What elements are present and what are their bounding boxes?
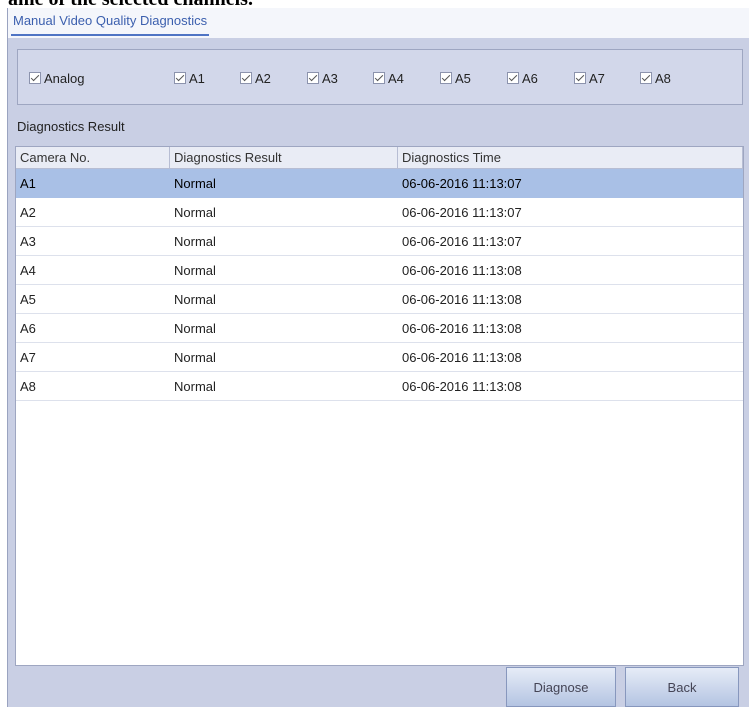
cell-diagnostics-time: 06-06-2016 11:13:08 [402,379,522,394]
diagnose-button[interactable]: Diagnose [506,667,616,707]
table-row[interactable]: A4 Normal 06-06-2016 11:13:08 [16,256,743,285]
cell-camera-no: A4 [20,263,36,278]
cell-diagnostics-time: 06-06-2016 11:13:08 [402,292,522,307]
checkbox-a3[interactable]: A3 [307,70,338,86]
checkbox-check-icon [640,72,652,84]
cropped-document-text: ame of the selected channels. [0,0,749,8]
cell-diagnostics-result: Normal [174,379,216,394]
checkbox-check-icon [29,72,41,84]
cropped-heading: ame of the selected channels. [8,0,253,8]
checkbox-label: Analog [44,70,85,86]
cell-diagnostics-time: 06-06-2016 11:13:08 [402,263,522,278]
checkbox-a2[interactable]: A2 [240,70,271,86]
cell-camera-no: A1 [20,176,36,191]
table-row[interactable]: A1 Normal 06-06-2016 11:13:07 [16,169,743,198]
cell-diagnostics-result: Normal [174,292,216,307]
cell-camera-no: A5 [20,292,36,307]
checkbox-a1[interactable]: A1 [174,70,205,86]
checkbox-label: A5 [455,70,471,86]
cell-camera-no: A8 [20,379,36,394]
checkbox-check-icon [574,72,586,84]
diagnostics-result-heading: Diagnostics Result [17,119,125,134]
table-row[interactable]: A5 Normal 06-06-2016 11:13:08 [16,285,743,314]
column-header-diagnostics-result[interactable]: Diagnostics Result [170,147,398,169]
checkbox-a5[interactable]: A5 [440,70,471,86]
checkbox-check-icon [174,72,186,84]
checkbox-analog[interactable]: Analog [29,70,84,86]
tab-manual-video-quality-diagnostics[interactable]: Manual Video Quality Diagnostics [11,11,210,36]
checkbox-check-icon [373,72,385,84]
checkbox-label: A6 [522,70,538,86]
cell-diagnostics-time: 06-06-2016 11:13:07 [402,176,522,191]
channel-selection-group: Analog A1 A2 A3 A4 A5 A6 A7 A8 [17,49,743,105]
checkbox-a4[interactable]: A4 [373,70,404,86]
column-header-camera-no[interactable]: Camera No. [16,147,170,169]
cell-diagnostics-result: Normal [174,350,216,365]
cell-diagnostics-time: 06-06-2016 11:13:08 [402,350,522,365]
table-row[interactable]: A7 Normal 06-06-2016 11:13:08 [16,343,743,372]
cell-camera-no: A2 [20,205,36,220]
checkbox-check-icon [440,72,452,84]
cell-diagnostics-result: Normal [174,263,216,278]
table-header: Camera No. Diagnostics Result Diagnostic… [16,147,743,169]
back-button[interactable]: Back [625,667,739,707]
cell-diagnostics-result: Normal [174,176,216,191]
cell-diagnostics-time: 06-06-2016 11:13:08 [402,321,522,336]
cell-diagnostics-time: 06-06-2016 11:13:07 [402,234,522,249]
checkbox-label: A3 [322,70,338,86]
checkbox-label: A1 [189,70,205,86]
cell-camera-no: A6 [20,321,36,336]
cell-diagnostics-time: 06-06-2016 11:13:07 [402,205,522,220]
table-row[interactable]: A6 Normal 06-06-2016 11:13:08 [16,314,743,343]
diagnostics-panel: Manual Video Quality Diagnostics Analog … [7,8,749,707]
table-row[interactable]: A3 Normal 06-06-2016 11:13:07 [16,227,743,256]
column-header-diagnostics-time[interactable]: Diagnostics Time [398,147,743,169]
checkbox-a6[interactable]: A6 [507,70,538,86]
checkbox-label: A8 [655,70,671,86]
cell-diagnostics-result: Normal [174,321,216,336]
cell-diagnostics-result: Normal [174,234,216,249]
cell-camera-no: A3 [20,234,36,249]
checkbox-a7[interactable]: A7 [574,70,605,86]
table-row[interactable]: A2 Normal 06-06-2016 11:13:07 [16,198,743,227]
checkbox-check-icon [307,72,319,84]
checkbox-check-icon [240,72,252,84]
table-row[interactable]: A8 Normal 06-06-2016 11:13:08 [16,372,743,401]
cell-camera-no: A7 [20,350,36,365]
cell-diagnostics-result: Normal [174,205,216,220]
checkbox-label: A4 [388,70,404,86]
diagnostics-result-table: Camera No. Diagnostics Result Diagnostic… [15,146,744,666]
checkbox-label: A7 [589,70,605,86]
checkbox-check-icon [507,72,519,84]
tab-bar: Manual Video Quality Diagnostics [8,8,749,38]
checkbox-label: A2 [255,70,271,86]
checkbox-a8[interactable]: A8 [640,70,671,86]
